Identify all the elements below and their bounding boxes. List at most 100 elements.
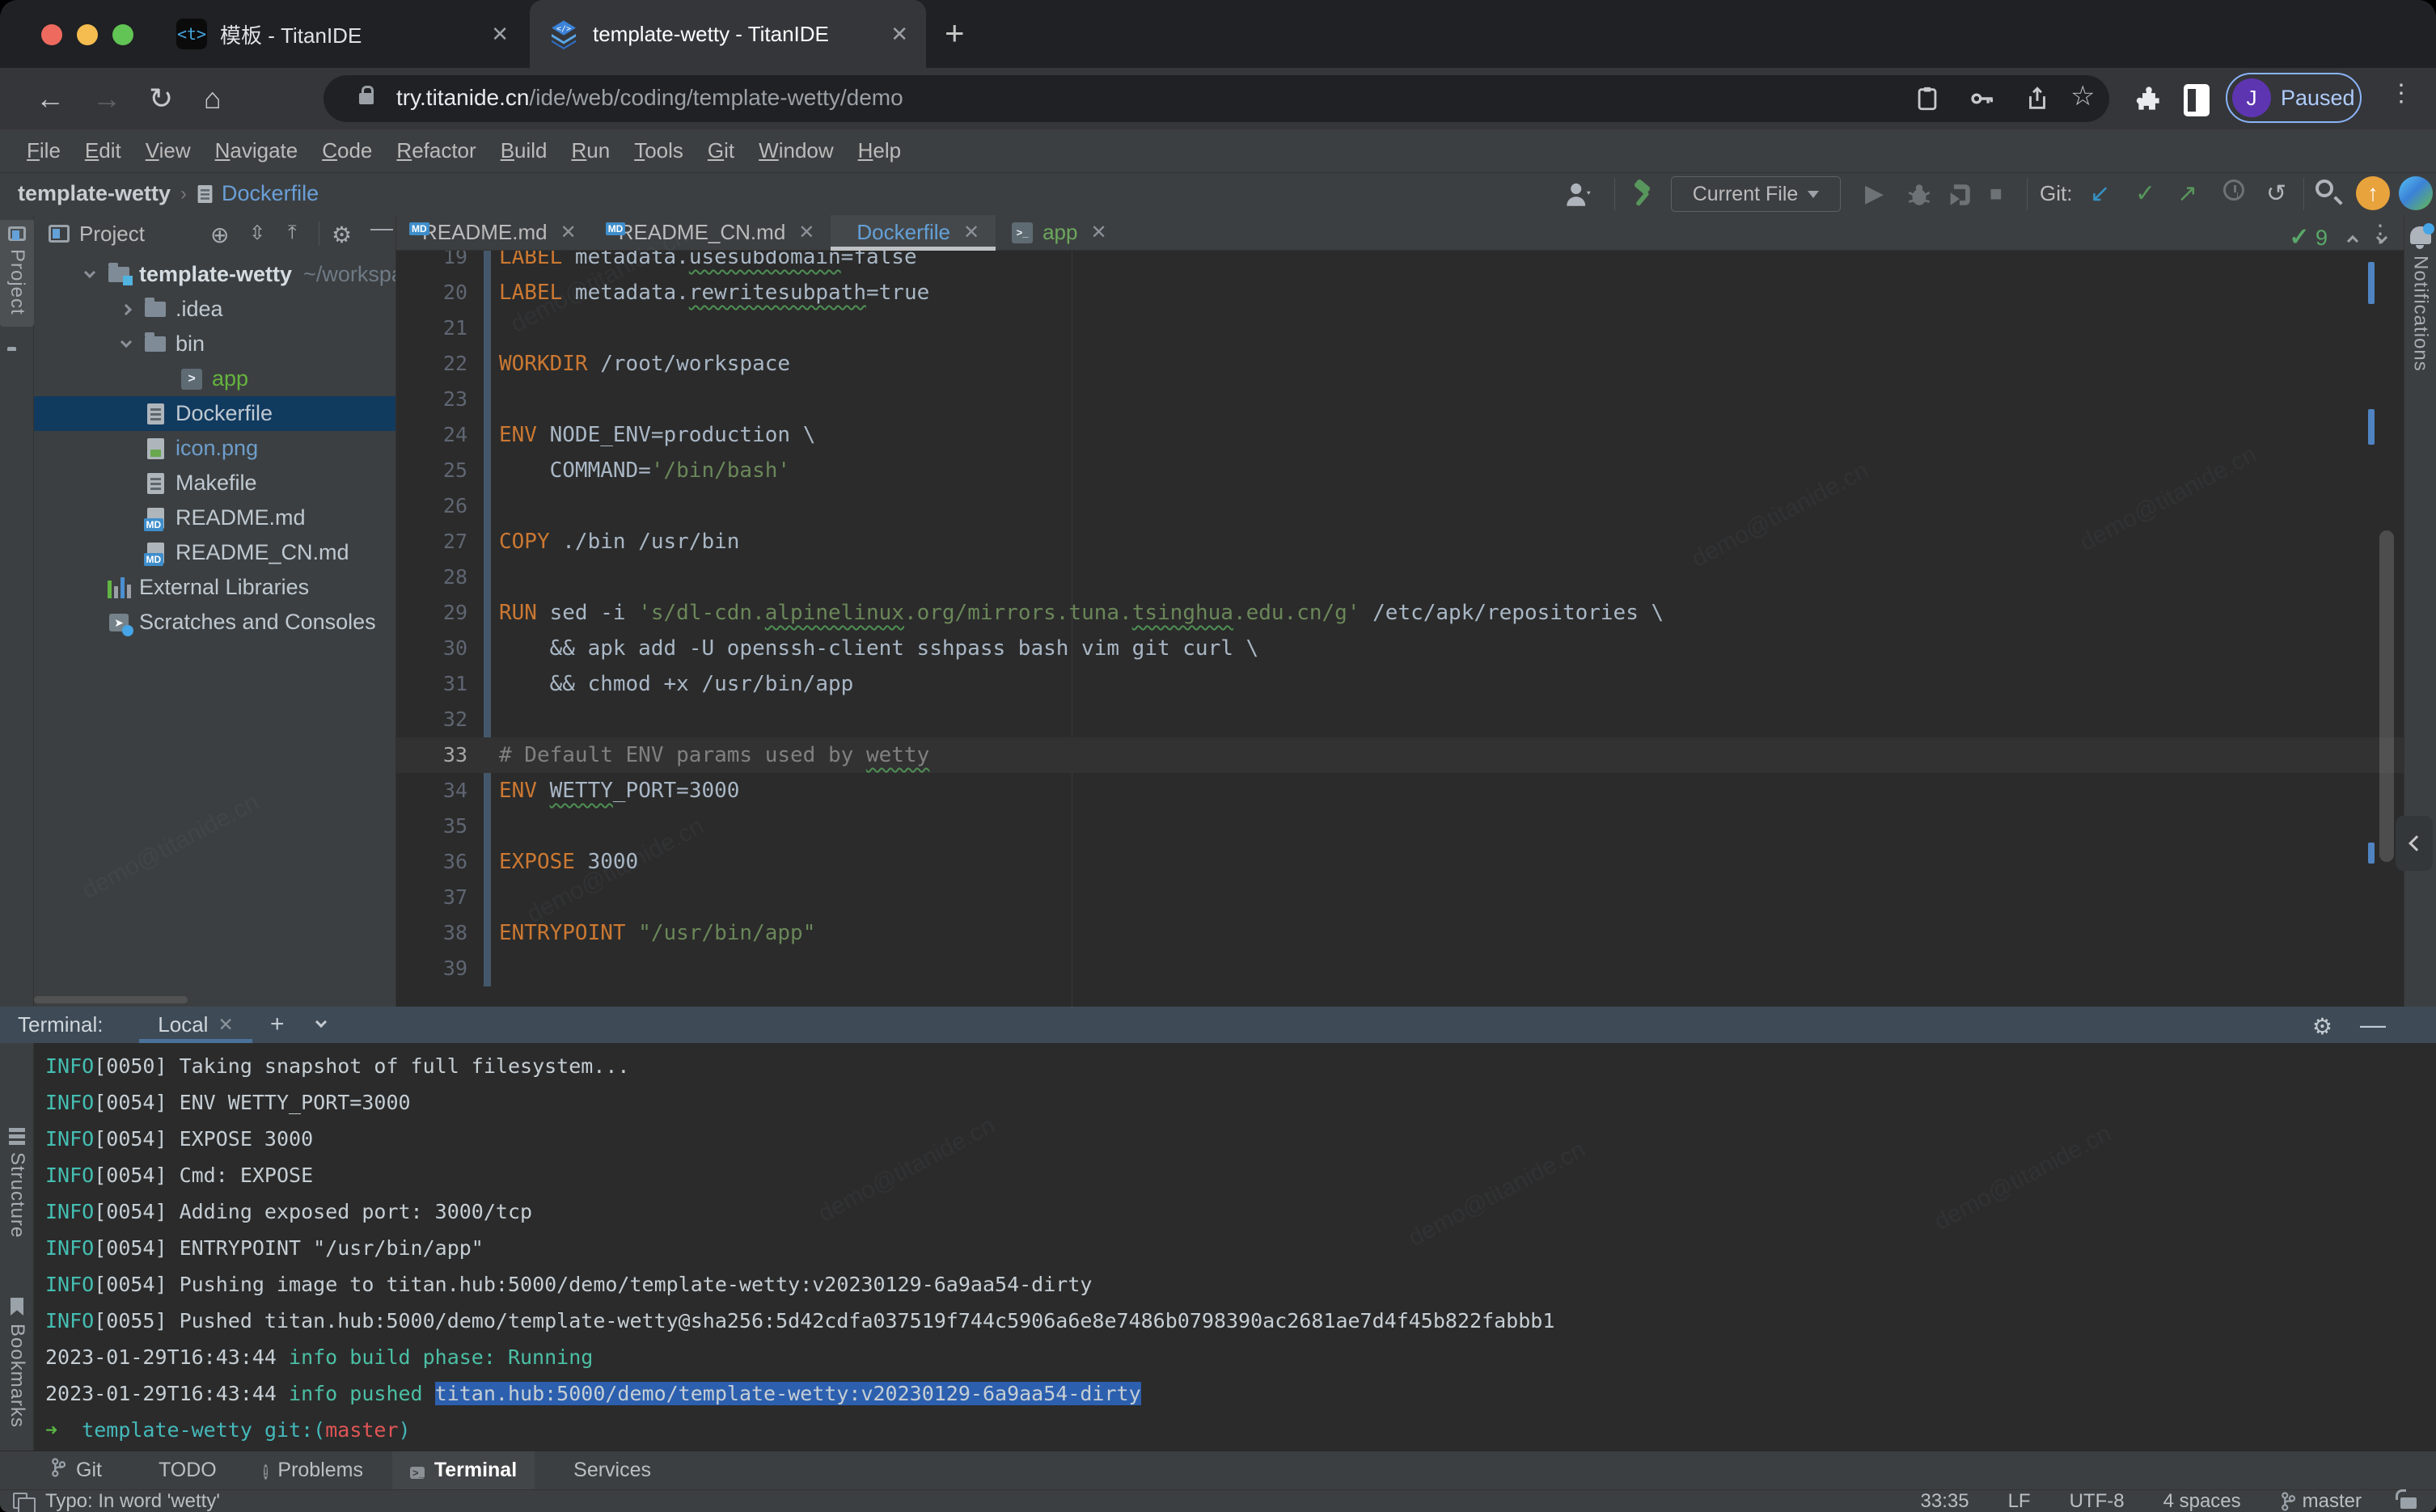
upgrade-icon[interactable]: ↑ — [2356, 176, 2390, 210]
toolwindow-button-terminal[interactable]: >_Terminal — [392, 1451, 535, 1490]
new-session-icon[interactable]: + — [270, 1011, 285, 1038]
minimize-icon[interactable]: — — [370, 215, 393, 241]
code-line-26[interactable]: 26 — [396, 488, 2404, 524]
close-icon[interactable]: ✕ — [963, 221, 979, 244]
chevron-down-icon[interactable] — [84, 266, 95, 277]
chevron-down-icon[interactable] — [315, 1016, 327, 1028]
stop-icon[interactable]: ■ — [1990, 181, 2003, 206]
breadcrumb[interactable]: template-wetty › Dockerfile — [18, 181, 319, 206]
indent-setting[interactable]: 4 spaces — [2163, 1490, 2241, 1512]
menu-item-git[interactable]: Git — [696, 138, 746, 163]
chevron-down-icon[interactable] — [121, 336, 132, 347]
browser-tab-active[interactable]: </> template-wetty - TitanIDE ✕ — [530, 0, 926, 68]
user-icon[interactable] — [1563, 179, 1595, 209]
caret-position[interactable]: 33:35 — [1921, 1490, 1969, 1512]
star-icon[interactable]: ☆ — [2070, 80, 2095, 112]
code-line-39[interactable]: 39 — [396, 951, 2404, 986]
locate-icon[interactable]: ⊕ — [210, 222, 229, 248]
profile-button[interactable]: J Paused — [2226, 73, 2362, 123]
breadcrumb-file[interactable]: Dockerfile — [222, 181, 319, 206]
close-icon[interactable]: ✕ — [798, 221, 814, 244]
terminal-tab-local[interactable]: Local✕ — [139, 1007, 252, 1043]
minimize-icon[interactable]: — — [2360, 1010, 2386, 1040]
code-line-19[interactable]: 19LABEL metadata.usesubdomain=false — [396, 251, 2404, 275]
address-bar[interactable]: try.titanide.cn/ide/web/coding/template-… — [324, 75, 2109, 122]
new-tab-button[interactable]: + — [945, 16, 965, 50]
menu-item-run[interactable]: Run — [560, 138, 623, 163]
bell-icon[interactable] — [2410, 226, 2431, 244]
coverage-icon[interactable] — [1946, 181, 1973, 209]
collapse-panel-button[interactable] — [2396, 816, 2433, 871]
editor-tab-README.md[interactable]: README.md✕ — [396, 215, 593, 250]
toolwindow-button-git[interactable]: Git — [32, 1451, 120, 1490]
unlock-icon[interactable] — [2400, 1497, 2417, 1509]
code-line-33[interactable]: 33# Default ENV params used by wetty — [396, 737, 2404, 773]
close-window-button[interactable] — [41, 24, 62, 45]
next-problem-icon[interactable] — [2376, 231, 2387, 243]
code-line-25[interactable]: 25 COMMAND='/bin/bash' — [396, 453, 2404, 488]
editor-tab-Dockerfile[interactable]: Dockerfile✕ — [831, 215, 996, 250]
code-line-30[interactable]: 30 && apk add -U openssh-client sshpass … — [396, 631, 2404, 666]
gear-icon[interactable]: ⚙ — [332, 222, 352, 248]
editor-tab-README_CN.md[interactable]: README_CN.md✕ — [593, 215, 831, 250]
editor-tab-app[interactable]: >_app✕ — [996, 215, 1123, 250]
code-line-27[interactable]: 27COPY ./bin /usr/bin — [396, 524, 2404, 560]
run-config-select[interactable]: Current File — [1671, 176, 1841, 212]
inspections-widget[interactable]: ✓ 9 — [2289, 223, 2386, 251]
menu-item-window[interactable]: Window — [746, 138, 845, 163]
run-icon[interactable]: ▶ — [1865, 179, 1884, 208]
code-line-35[interactable]: 35 — [396, 809, 2404, 844]
extensions-icon[interactable] — [2134, 84, 2164, 115]
toolwindow-button-todo[interactable]: TODO — [131, 1451, 235, 1490]
terminal-output[interactable]: INFO[0050] Taking snapshot of full files… — [34, 1043, 2436, 1451]
git-branch-widget[interactable]: master — [2280, 1490, 2362, 1512]
toolwindow-button-services[interactable]: Services — [546, 1451, 669, 1490]
menu-item-help[interactable]: Help — [846, 138, 913, 163]
line-ending[interactable]: LF — [2008, 1490, 2031, 1512]
tree-item-icon.png[interactable]: icon.png — [34, 431, 395, 466]
url-text[interactable]: try.titanide.cn/ide/web/coding/template-… — [396, 85, 903, 111]
prev-problem-icon[interactable] — [2347, 234, 2358, 246]
code-line-36[interactable]: 36EXPOSE 3000 — [396, 844, 2404, 880]
tree-item-README_CN.md[interactable]: README_CN.md — [34, 535, 395, 570]
vertical-scrollbar[interactable] — [2379, 530, 2394, 862]
minimize-window-button[interactable] — [77, 24, 98, 45]
code-line-37[interactable]: 37 — [396, 880, 2404, 915]
debug-icon[interactable] — [1905, 181, 1933, 209]
menu-item-build[interactable]: Build — [488, 138, 560, 163]
toolwindow-tab-notifications[interactable]: Notifications — [2409, 256, 2432, 372]
close-icon[interactable]: ✕ — [472, 22, 509, 47]
tree-item-.idea[interactable]: .idea — [34, 292, 395, 327]
error-stripe-mark[interactable] — [2368, 843, 2375, 864]
menu-item-view[interactable]: View — [133, 138, 203, 163]
toolwindow-tab-project[interactable]: Project — [0, 220, 34, 327]
share-icon[interactable] — [2024, 85, 2051, 112]
close-icon[interactable]: ✕ — [218, 1014, 233, 1036]
code-line-32[interactable]: 32 — [396, 702, 2404, 737]
tree-item-Makefile[interactable]: Makefile — [34, 466, 395, 500]
menu-item-edit[interactable]: Edit — [73, 138, 133, 163]
code-line-24[interactable]: 24ENV NODE_ENV=production \ — [396, 417, 2404, 453]
sphere-icon[interactable] — [2399, 176, 2433, 210]
error-stripe-mark[interactable] — [2368, 409, 2375, 445]
key-icon[interactable] — [1969, 85, 1996, 112]
tree-item-app[interactable]: >app — [34, 361, 395, 396]
code-line-21[interactable]: 21 — [396, 310, 2404, 346]
lock-icon[interactable] — [359, 93, 374, 104]
code-line-23[interactable]: 23 — [396, 382, 2404, 417]
tree-item-bin[interactable]: bin — [34, 327, 395, 361]
menu-item-tools[interactable]: Tools — [622, 138, 696, 163]
menu-item-code[interactable]: Code — [310, 138, 384, 163]
breadcrumb-project[interactable]: template-wetty — [18, 181, 171, 206]
gear-icon[interactable]: ⚙ — [2312, 1013, 2332, 1040]
browser-tab[interactable]: <t> 模板 - TitanIDE ✕ — [159, 0, 527, 68]
code-line-22[interactable]: 22WORKDIR /root/workspace — [396, 346, 2404, 382]
kebab-icon[interactable]: ⋮ — [2389, 79, 2413, 108]
close-icon[interactable]: ✕ — [871, 22, 908, 47]
clipboard-icon[interactable] — [1914, 85, 1941, 112]
back-icon[interactable]: ← — [36, 82, 65, 115]
status-message[interactable]: Typo: In word 'wetty' — [45, 1490, 220, 1512]
hammer-icon[interactable] — [1627, 178, 1658, 210]
close-icon[interactable]: ✕ — [1090, 221, 1106, 244]
horizontal-scrollbar[interactable] — [34, 996, 188, 1003]
